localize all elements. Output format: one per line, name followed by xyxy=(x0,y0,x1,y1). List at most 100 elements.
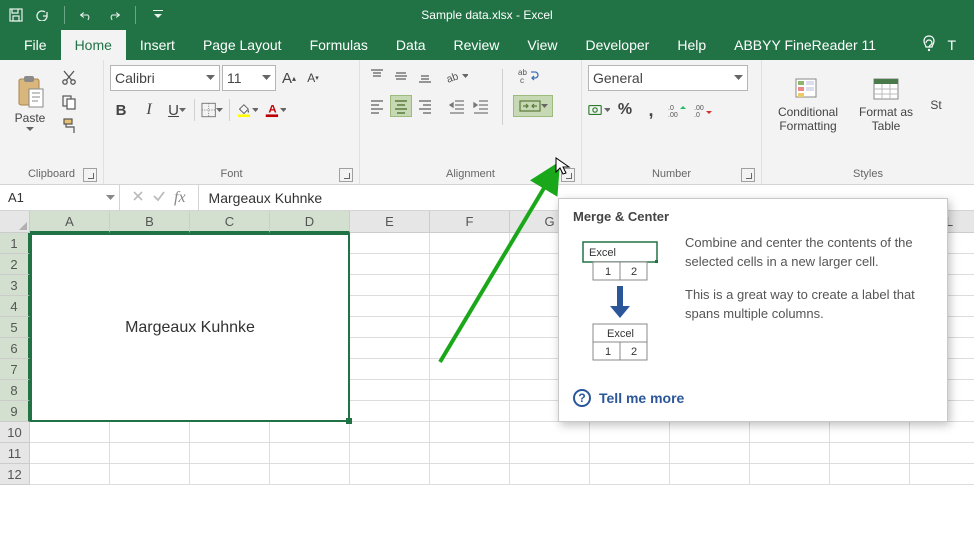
row-header[interactable]: 4 xyxy=(0,296,30,317)
row-header[interactable]: 1 xyxy=(0,233,30,254)
tab-file[interactable]: File xyxy=(10,30,61,60)
format-painter-icon[interactable] xyxy=(58,115,80,137)
cell[interactable] xyxy=(110,464,190,485)
borders-icon[interactable] xyxy=(201,99,223,121)
tab-review[interactable]: Review xyxy=(440,30,514,60)
cancel-formula-icon[interactable] xyxy=(132,189,144,207)
align-top-icon[interactable] xyxy=(366,65,388,87)
qat-customize-icon[interactable] xyxy=(150,7,166,23)
cell[interactable] xyxy=(350,296,430,317)
row-header[interactable]: 6 xyxy=(0,338,30,359)
cell[interactable] xyxy=(830,422,910,443)
redo-icon[interactable] xyxy=(105,7,121,23)
cell[interactable] xyxy=(270,443,350,464)
orientation-icon[interactable]: ab xyxy=(446,65,468,87)
bold-button[interactable]: B xyxy=(110,99,132,121)
cell[interactable] xyxy=(350,422,430,443)
cell[interactable] xyxy=(110,422,190,443)
clipboard-launcher-icon[interactable] xyxy=(83,168,97,182)
column-header[interactable]: B xyxy=(110,211,190,233)
font-launcher-icon[interactable] xyxy=(339,168,353,182)
cell[interactable] xyxy=(270,464,350,485)
wrap-text-icon[interactable]: abc xyxy=(513,65,541,87)
cell[interactable] xyxy=(350,443,430,464)
cell[interactable] xyxy=(430,338,510,359)
fill-handle-icon[interactable] xyxy=(346,418,352,424)
conditional-formatting-button[interactable]: Conditional Formatting xyxy=(768,65,848,145)
align-middle-icon[interactable] xyxy=(390,65,412,87)
grow-font-icon[interactable]: A▴ xyxy=(278,67,300,89)
tab-view[interactable]: View xyxy=(513,30,571,60)
row-header[interactable]: 9 xyxy=(0,401,30,422)
italic-button[interactable]: I xyxy=(138,99,160,121)
decrease-decimal-icon[interactable]: .00.0 xyxy=(692,99,714,121)
cell[interactable] xyxy=(590,443,670,464)
tab-abbyy[interactable]: ABBYY FineReader 11 xyxy=(720,30,890,60)
cell[interactable] xyxy=(670,443,750,464)
percent-icon[interactable]: % xyxy=(614,99,636,121)
increase-indent-icon[interactable] xyxy=(470,95,492,117)
row-header[interactable]: 11 xyxy=(0,443,30,464)
number-launcher-icon[interactable] xyxy=(741,168,755,182)
fill-color-icon[interactable] xyxy=(236,99,258,121)
row-header[interactable]: 8 xyxy=(0,380,30,401)
cell[interactable] xyxy=(430,443,510,464)
cell[interactable] xyxy=(750,422,830,443)
paste-button[interactable]: Paste xyxy=(6,63,54,143)
cell[interactable] xyxy=(430,254,510,275)
cell[interactable] xyxy=(910,464,974,485)
cell[interactable] xyxy=(270,422,350,443)
cell[interactable] xyxy=(750,443,830,464)
row-header[interactable]: 12 xyxy=(0,464,30,485)
decrease-indent-icon[interactable] xyxy=(446,95,468,117)
cell[interactable] xyxy=(590,422,670,443)
row-header[interactable]: 2 xyxy=(0,254,30,275)
cell[interactable] xyxy=(110,443,190,464)
cell[interactable] xyxy=(750,464,830,485)
cell[interactable] xyxy=(430,401,510,422)
undo-icon[interactable] xyxy=(79,7,95,23)
cell[interactable] xyxy=(30,464,110,485)
cell[interactable] xyxy=(350,254,430,275)
cell[interactable] xyxy=(350,380,430,401)
column-header[interactable]: F xyxy=(430,211,510,233)
column-header[interactable]: D xyxy=(270,211,350,233)
cell[interactable] xyxy=(910,443,974,464)
copy-icon[interactable] xyxy=(58,91,80,113)
row-header[interactable]: 10 xyxy=(0,422,30,443)
cell[interactable] xyxy=(190,443,270,464)
name-box[interactable]: A1 xyxy=(0,185,120,210)
number-format-combo[interactable]: General xyxy=(588,65,748,91)
accounting-format-icon[interactable] xyxy=(588,99,610,121)
cell[interactable] xyxy=(910,422,974,443)
row-header[interactable]: 7 xyxy=(0,359,30,380)
enter-formula-icon[interactable] xyxy=(152,189,166,207)
merged-cell[interactable]: Margeaux Kuhnke xyxy=(30,233,350,422)
cell[interactable] xyxy=(510,464,590,485)
underline-button[interactable]: U xyxy=(166,99,188,121)
tab-home[interactable]: Home xyxy=(61,30,126,60)
cell[interactable] xyxy=(190,422,270,443)
cell[interactable] xyxy=(430,317,510,338)
select-all-corner[interactable] xyxy=(0,211,30,233)
align-left-icon[interactable] xyxy=(366,95,388,117)
tell-me-more-link[interactable]: ? Tell me more xyxy=(573,389,933,407)
cell[interactable] xyxy=(190,464,270,485)
tab-formulas[interactable]: Formulas xyxy=(296,30,382,60)
tab-help[interactable]: Help xyxy=(663,30,720,60)
cell[interactable] xyxy=(830,443,910,464)
cell[interactable] xyxy=(350,275,430,296)
comma-style-icon[interactable]: , xyxy=(640,99,662,121)
cell[interactable] xyxy=(510,422,590,443)
cell[interactable] xyxy=(830,464,910,485)
cell[interactable] xyxy=(350,317,430,338)
cell[interactable] xyxy=(350,401,430,422)
cell[interactable] xyxy=(430,275,510,296)
increase-decimal-icon[interactable]: .0.00 xyxy=(666,99,688,121)
merge-center-button[interactable] xyxy=(513,95,553,117)
tab-data[interactable]: Data xyxy=(382,30,440,60)
cell-styles-button[interactable]: St xyxy=(924,65,948,145)
cell[interactable] xyxy=(430,296,510,317)
format-as-table-button[interactable]: Format as Table xyxy=(850,65,922,145)
cell[interactable] xyxy=(350,464,430,485)
